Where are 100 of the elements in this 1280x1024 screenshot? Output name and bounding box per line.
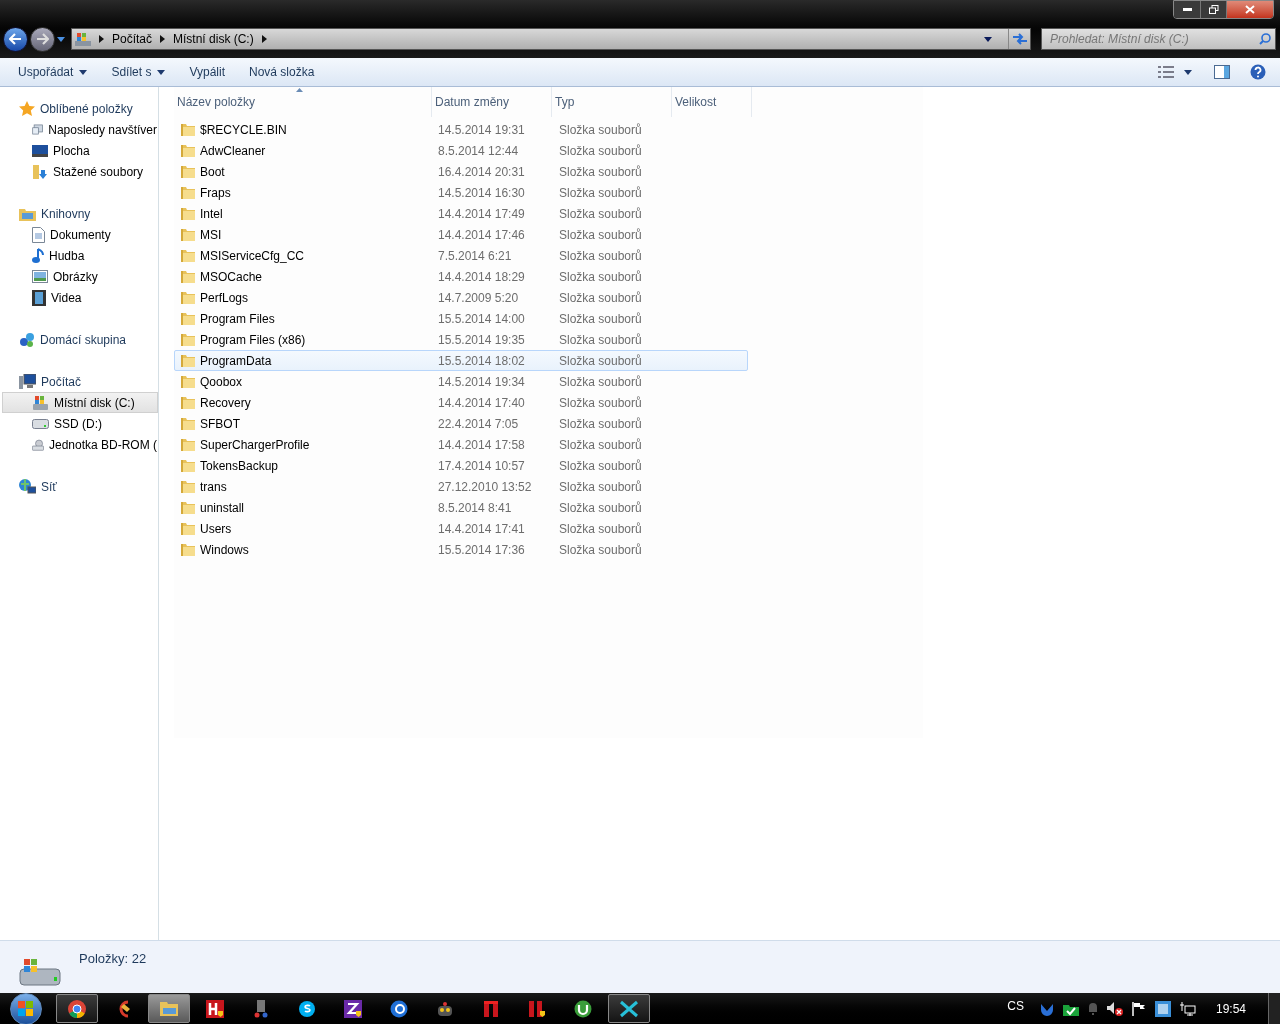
search-field[interactable]: Prohledat: Místní disk (C:) xyxy=(1041,28,1276,50)
nav-group-item[interactable]: Domácí skupina xyxy=(0,329,158,350)
type-cell-text: Složka souborů xyxy=(559,415,642,433)
file-name: Windows xyxy=(200,541,249,559)
nav-group-item[interactable]: Síť xyxy=(0,476,158,497)
column-header[interactable]: Datum změny xyxy=(432,87,552,117)
bell-icon[interactable] xyxy=(1087,1001,1098,1016)
file-row[interactable]: uninstall 8.5.2014 8:41 Složka souborů xyxy=(174,497,748,518)
date-cell-text: 14.7.2009 5:20 xyxy=(438,289,520,307)
file-name: Boot xyxy=(200,163,225,181)
toolbar-button[interactable]: Uspořádat xyxy=(8,61,98,83)
toolbar-button[interactable]: Nová složka xyxy=(239,61,325,83)
file-row[interactable]: Intel 14.4.2014 17:49 Složka souborů xyxy=(174,203,748,224)
file-row[interactable]: trans 27.12.2010 13:52 Složka souborů xyxy=(174,476,748,497)
refresh-button[interactable] xyxy=(1008,29,1030,49)
taskbar-button[interactable] xyxy=(56,994,98,1023)
folder-icon xyxy=(180,143,196,158)
forward-button[interactable] xyxy=(30,26,55,52)
file-name: SFBOT xyxy=(200,415,240,433)
date-cell-text: 7.5.2014 6:21 xyxy=(438,247,513,265)
file-row[interactable]: Qoobox 14.5.2014 19:34 Složka souborů xyxy=(174,371,748,392)
file-row[interactable]: SFBOT 22.4.2014 7:05 Složka souborů xyxy=(174,413,748,434)
toolbar-button[interactable]: Vypálit xyxy=(179,61,235,83)
column-header[interactable]: Název položky xyxy=(174,87,432,117)
taskbar-button[interactable] xyxy=(608,994,650,1023)
folder-icon xyxy=(180,290,196,305)
homegroup-icon xyxy=(19,331,35,348)
type-cell-text: Složka souborů xyxy=(559,247,642,265)
file-row[interactable]: Fraps 14.5.2014 16:30 Složka souborů xyxy=(174,182,748,203)
clock[interactable]: 19:54 xyxy=(1215,999,1246,1018)
file-row[interactable]: Users 14.4.2014 17:41 Složka souborů xyxy=(174,518,748,539)
app-tray-icon[interactable] xyxy=(1154,1000,1171,1017)
nav-group-item[interactable]: Počítač xyxy=(0,371,158,392)
language-indicator[interactable]: CS xyxy=(1007,996,1024,1015)
folder-icon xyxy=(180,437,196,452)
nav-item[interactable]: Stažené soubory xyxy=(2,161,158,182)
address-bar[interactable]: Počítač Místní disk (C:) xyxy=(71,28,1031,50)
type-cell-text: Složka souborů xyxy=(559,541,642,559)
nav-item[interactable]: Naposledy navštíver xyxy=(2,119,158,140)
nav-group-item[interactable]: Oblíbené položky xyxy=(0,98,158,119)
file-row[interactable]: SuperChargerProfile 14.4.2014 17:58 Složka souborů xyxy=(174,434,748,455)
file-row[interactable]: PerfLogs 14.7.2009 5:20 Složka souborů xyxy=(174,287,748,308)
file-row[interactable]: MSOCache 14.4.2014 18:29 Složka souborů xyxy=(174,266,748,287)
folder-icon xyxy=(180,416,196,431)
folder-icon xyxy=(180,542,196,557)
file-row[interactable]: MSI 14.4.2014 17:46 Složka souborů xyxy=(174,224,748,245)
flag-icon[interactable] xyxy=(1131,1001,1146,1016)
column-header[interactable]: Velikost xyxy=(672,87,752,117)
file-row[interactable]: Windows 15.5.2014 17:36 Složka souborů xyxy=(174,539,748,560)
network-icon[interactable] xyxy=(1179,1001,1196,1016)
file-name: TokensBackup xyxy=(200,457,279,475)
nav-item[interactable]: Obrázky xyxy=(2,266,158,287)
document-icon xyxy=(32,226,45,243)
nav-item[interactable]: Jednotka BD-ROM ( xyxy=(2,434,158,455)
preview-pane-button[interactable] xyxy=(1214,65,1230,79)
type-cell-text: Složka souborů xyxy=(559,163,642,181)
file-row[interactable]: TokensBackup 17.4.2014 10:57 Složka souborů xyxy=(174,455,748,476)
type-cell-text: Složka souborů xyxy=(559,268,642,286)
help-button[interactable] xyxy=(1250,64,1266,80)
breadcrumb[interactable]: Počítač xyxy=(112,30,153,48)
forward-arrow-icon xyxy=(36,33,49,45)
folder-icon xyxy=(180,164,196,179)
date-cell-text: 14.5.2014 16:30 xyxy=(438,184,526,202)
type-cell-text: Složka souborů xyxy=(559,373,642,391)
optical-drive-icon xyxy=(32,436,44,453)
shield-letter-icon xyxy=(344,999,362,1018)
file-row[interactable]: AdwCleaner 8.5.2014 12:44 Složka souborů xyxy=(174,140,748,161)
type-cell-text: Složka souborů xyxy=(559,226,642,244)
nav-item[interactable]: Plocha xyxy=(2,140,158,161)
close-button[interactable] xyxy=(1227,1,1273,18)
nav-item[interactable]: Místní disk (C:) xyxy=(2,392,158,413)
type-cell-text: Složka souborů xyxy=(559,205,642,223)
back-button[interactable] xyxy=(3,26,28,52)
restore-button[interactable] xyxy=(1201,1,1227,18)
nav-item[interactable]: Hudba xyxy=(2,245,158,266)
nav-item[interactable]: Videa xyxy=(2,287,158,308)
date-cell-text: 14.5.2014 19:31 xyxy=(438,121,526,139)
nav-group-item[interactable]: Knihovny xyxy=(0,203,158,224)
muted-speaker-icon[interactable] xyxy=(1106,1001,1123,1016)
start-button[interactable] xyxy=(10,992,42,1024)
file-row[interactable]: MSIServiceCfg_CC 7.5.2014 6:21 Složka souborů xyxy=(174,245,748,266)
game-logo-icon xyxy=(528,999,546,1018)
game-logo-icon xyxy=(483,999,499,1018)
show-desktop-button[interactable] xyxy=(1268,993,1280,1024)
file-row[interactable]: Boot 16.4.2014 20:31 Složka souborů xyxy=(174,161,748,182)
breadcrumb[interactable]: Místní disk (C:) xyxy=(173,30,254,48)
file-row[interactable]: ProgramData 15.5.2014 18:02 Složka souborů xyxy=(174,350,748,371)
globe-icon xyxy=(390,999,408,1018)
minimize-button[interactable] xyxy=(1174,1,1201,18)
file-row[interactable]: Recovery 14.4.2014 17:40 Složka souborů xyxy=(174,392,748,413)
file-row[interactable]: $RECYCLE.BIN 14.5.2014 19:31 Složka souborů xyxy=(174,119,748,140)
chevron-icon xyxy=(261,35,267,43)
column-header[interactable]: Typ xyxy=(552,87,672,117)
nav-item[interactable]: SSD (D:) xyxy=(2,413,158,434)
network-icon xyxy=(19,478,36,495)
nav-item[interactable]: Dokumenty xyxy=(2,224,158,245)
toolbar-button[interactable]: Sdílet s xyxy=(101,61,176,83)
file-row[interactable]: Program Files (x86) 15.5.2014 19:35 Složka souborů xyxy=(174,329,748,350)
view-options-button[interactable] xyxy=(1158,66,1192,78)
file-row[interactable]: Program Files 15.5.2014 14:00 Složka souborů xyxy=(174,308,748,329)
